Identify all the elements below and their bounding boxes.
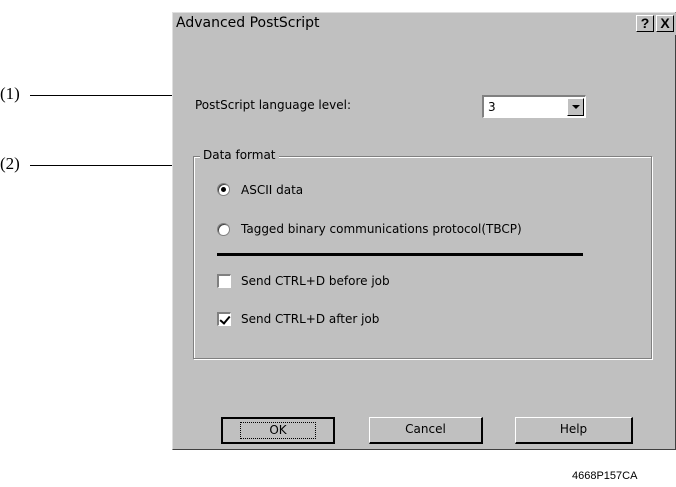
callout-2-leader: [30, 165, 180, 166]
advanced-postscript-dialog: Advanced PostScript ? X PostScript langu…: [172, 12, 676, 450]
title-bar: Advanced PostScript ? X: [173, 13, 676, 35]
help-question-icon[interactable]: ?: [636, 15, 654, 32]
data-format-legend: Data format: [200, 148, 279, 162]
ctrl-d-before-label[interactable]: Send CTRL+D before job: [241, 274, 390, 288]
figure-code: 4668P157CA: [572, 470, 638, 482]
ctrl-d-after-checkbox[interactable]: [217, 312, 231, 326]
cancel-button[interactable]: Cancel: [369, 417, 483, 444]
language-level-value: 3: [488, 100, 496, 114]
callout-1: (1): [0, 84, 20, 103]
separator-bar: [217, 253, 583, 256]
dialog-title: Advanced PostScript: [176, 15, 320, 31]
tbcp-label[interactable]: Tagged binary communications protocol(TB…: [241, 222, 522, 236]
ascii-data-label[interactable]: ASCII data: [241, 183, 303, 197]
chevron-down-icon[interactable]: [567, 98, 584, 116]
ascii-data-radio[interactable]: [217, 183, 230, 196]
close-icon[interactable]: X: [656, 15, 674, 32]
tbcp-radio[interactable]: [217, 223, 230, 236]
language-level-label: PostScript language level:: [195, 98, 351, 112]
callout-1-leader: [30, 95, 180, 96]
ok-button-label: OK: [240, 422, 316, 439]
language-level-select[interactable]: 3: [482, 95, 586, 118]
ctrl-d-after-label[interactable]: Send CTRL+D after job: [241, 312, 379, 326]
ctrl-d-before-checkbox[interactable]: [217, 274, 231, 288]
callout-2: (2): [0, 154, 20, 173]
ok-button[interactable]: OK: [221, 417, 335, 444]
help-button[interactable]: Help: [515, 417, 633, 444]
